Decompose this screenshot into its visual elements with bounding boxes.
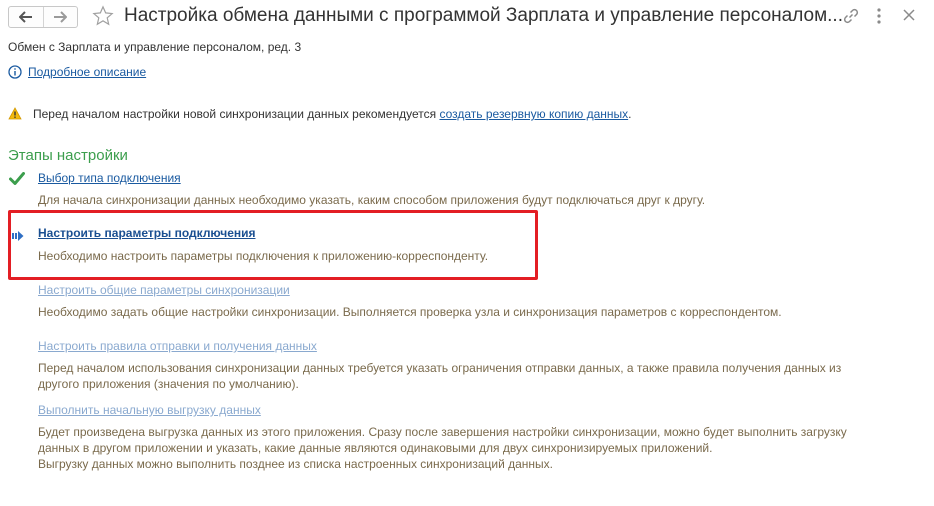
create-backup-link[interactable]: создать резервную копию данных xyxy=(439,107,628,121)
description-line: данных в другом приложении и указать, ка… xyxy=(38,441,713,455)
window-title: Настройка обмена данными с программой За… xyxy=(124,5,843,26)
step-initial-export-description: Будет произведена выгрузка данных из это… xyxy=(38,424,847,472)
close-icon xyxy=(903,9,915,21)
warning-icon-wrap xyxy=(8,107,22,125)
copy-link-button[interactable] xyxy=(842,7,860,30)
info-icon xyxy=(8,65,22,79)
back-button[interactable] xyxy=(9,7,43,27)
current-step-highlight xyxy=(8,210,538,280)
navigation-buttons xyxy=(8,6,78,28)
info-icon-wrap xyxy=(8,65,22,84)
step-general-sync-params-link[interactable]: Настроить общие параметры синхронизации xyxy=(38,283,290,297)
description-line: Перед началом использования синхронизаци… xyxy=(38,361,842,375)
link-icon xyxy=(843,8,859,24)
arrow-right-icon xyxy=(54,11,68,23)
forward-button[interactable] xyxy=(43,7,77,27)
more-vert-icon xyxy=(877,8,881,24)
favorite-button[interactable] xyxy=(92,5,114,32)
step-initial-export-link[interactable]: Выполнить начальную выгрузку данных xyxy=(38,403,261,417)
setup-steps-title: Этапы настройки xyxy=(8,147,128,164)
warning-message: Перед началом настройки новой синхрониза… xyxy=(33,107,632,121)
step-connection-type-description: Для начала синхронизации данных необходи… xyxy=(38,193,706,207)
arrow-left-icon xyxy=(18,11,32,23)
warning-text: Перед началом настройки новой синхрониза… xyxy=(33,107,437,121)
step-connection-type-link[interactable]: Выбор типа подключения xyxy=(38,171,181,185)
step-send-receive-rules-link[interactable]: Настроить правила отправки и получения д… xyxy=(38,339,317,353)
star-icon xyxy=(92,5,114,26)
detailed-description-link[interactable]: Подробное описание xyxy=(28,65,146,79)
step-connection-params-link[interactable]: Настроить параметры подключения xyxy=(38,226,256,240)
step-done-icon-wrap xyxy=(9,172,25,190)
description-line: Выгрузку данных можно выполнить позднее … xyxy=(38,457,553,471)
description-line: Будет произведена выгрузка данных из это… xyxy=(38,425,847,439)
window-subtitle: Обмен с Зарплата и управление персоналом… xyxy=(8,40,302,54)
current-step-arrow-icon xyxy=(12,231,24,241)
step-send-receive-rules-description: Перед началом использования синхронизаци… xyxy=(38,360,841,392)
close-button[interactable] xyxy=(902,8,916,27)
more-menu-button[interactable] xyxy=(874,7,884,30)
checkmark-icon xyxy=(9,172,25,185)
step-general-sync-params-description: Необходимо задать общие настройки синхро… xyxy=(38,305,782,319)
warning-icon xyxy=(8,107,22,120)
description-line: другого приложения (значения по умолчани… xyxy=(38,377,299,391)
step-connection-params-description: Необходимо настроить параметры подключен… xyxy=(38,249,489,263)
step-current-icon-wrap xyxy=(12,228,24,246)
warning-suffix: . xyxy=(628,107,632,121)
